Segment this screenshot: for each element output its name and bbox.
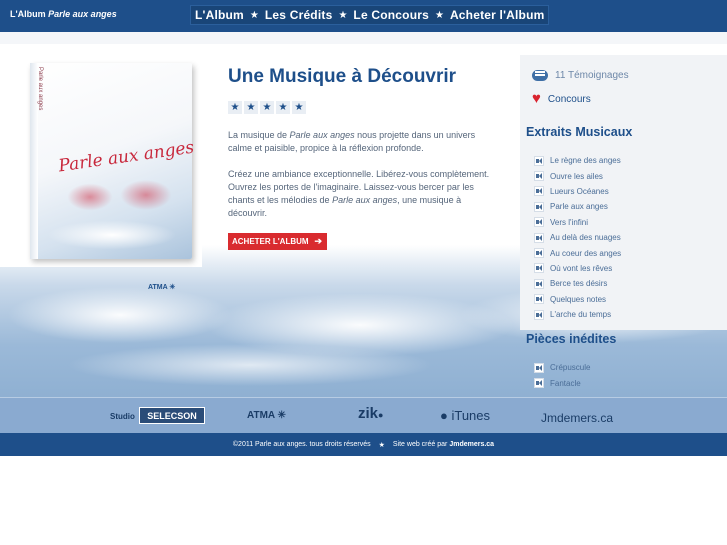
nav-credits[interactable]: Les Crédits (265, 8, 333, 22)
nav-buy-album[interactable]: Acheter l'Album (450, 8, 545, 22)
track-title: Parle aux anges (550, 202, 608, 212)
star-icon: ★ (244, 101, 258, 114)
album-label-logo: ATMA ✳ (148, 284, 176, 291)
album-label-text: ATMA (148, 284, 168, 291)
star-icon: ★ (276, 101, 290, 114)
track-title: Ouvre les ailes (550, 171, 603, 181)
album-spine-text: Parle aux anges (37, 67, 43, 111)
buy-album-label: ACHETER L'ALBUM (232, 237, 309, 246)
speaker-icon (534, 155, 544, 166)
testimonials-label: 11 Témoignages (555, 70, 629, 81)
speaker-icon (534, 217, 544, 228)
speaker-icon (534, 278, 544, 289)
track-item[interactable]: L'arche du temps (534, 307, 621, 322)
track-item[interactable]: Au delà des nuages (534, 230, 621, 245)
track-item[interactable]: Au coeur des anges (534, 245, 621, 260)
speaker-icon (534, 248, 544, 259)
track-title: Quelques notes (550, 294, 607, 304)
track-item[interactable]: Le règne des anges (534, 153, 621, 168)
credit-link[interactable]: Jmdemers.ca (449, 441, 494, 448)
buy-album-button[interactable]: ACHETER L'ALBUM ➔ (228, 233, 327, 250)
credit-text: Site web créé par Jmdemers.ca (393, 441, 494, 448)
speaker-icon (534, 232, 544, 243)
heart-icon: ♥ (532, 90, 541, 107)
album-clouds-illustration (32, 215, 192, 259)
track-item[interactable]: Fantacle (534, 375, 590, 390)
track-title: Berce tes désirs (550, 279, 608, 289)
track-title: Vers l'infini (550, 217, 588, 227)
speaker-icon (534, 378, 544, 389)
brand-prefix: L'Album (10, 9, 46, 19)
track-title: Fantacle (550, 378, 581, 388)
extraits-list: Le règne des anges Ouvre les ailes Lueur… (534, 153, 621, 322)
star-separator-icon: ★ (249, 9, 259, 21)
nav-concours[interactable]: Le Concours (353, 8, 429, 22)
star-separator-icon: ★ (434, 9, 444, 21)
extraits-heading: Extraits Musicaux (526, 125, 633, 139)
zik-text: zik (358, 405, 379, 422)
sub-header-strip (0, 32, 727, 44)
nav-album[interactable]: L'Album (195, 8, 244, 22)
track-item[interactable]: Berce tes désirs (534, 276, 621, 291)
track-title: Où vont les rêves (550, 263, 613, 273)
page-title: Une Musique à Découvrir (228, 66, 457, 87)
itunes-text: iTunes (451, 408, 491, 423)
atma-text: ATMA (247, 410, 275, 421)
speaker-icon (534, 362, 544, 373)
album-cover-panel: Parle aux anges Parle aux anges ATMA ✳ (0, 55, 202, 291)
credit-prefix: Site web créé par (392, 441, 448, 448)
atma-logo[interactable]: ATMA ✳ (247, 410, 286, 421)
track-title: Le règne des anges (550, 156, 621, 166)
speaker-icon (534, 263, 544, 274)
jmdemers-logo[interactable]: Jmdemers.ca (541, 411, 613, 425)
arrow-right-icon: ➔ (314, 236, 322, 246)
top-bar: L'Album Parle aux anges L'Album ★ Les Cr… (0, 0, 727, 32)
intro-text-1: La musique de (228, 130, 290, 140)
track-title: L'arche du temps (550, 310, 612, 320)
speaker-icon (534, 309, 544, 320)
site-brand[interactable]: L'Album Parle aux anges (10, 9, 117, 19)
track-item[interactable]: Où vont les rêves (534, 261, 621, 276)
track-item[interactable]: Ouvre les ailes (534, 168, 621, 183)
desc-album-name: Parle aux anges (332, 195, 398, 205)
track-title: Au coeur des anges (550, 248, 622, 258)
itunes-logo[interactable]: ● iTunes (440, 408, 490, 423)
concours-label: Concours (547, 93, 591, 105)
track-title: Au delà des nuages (550, 233, 621, 243)
testimonials-link[interactable]: 11 Témoignages (532, 70, 629, 81)
star-separator-icon: ★ (338, 9, 348, 21)
track-item[interactable]: Quelques notes (534, 292, 621, 307)
track-title: Crépuscule (550, 363, 591, 373)
speaker-icon (534, 294, 544, 305)
concours-link[interactable]: ♥ Concours (532, 90, 591, 107)
zik-logo[interactable]: zik● (358, 405, 383, 422)
track-item[interactable]: Parle aux anges (534, 199, 621, 214)
star-icon: ★ (292, 101, 306, 114)
speaker-icon (534, 171, 544, 182)
track-item[interactable]: Lueurs Océanes (534, 184, 621, 199)
studio-label: Studio (110, 412, 135, 421)
inedites-heading: Pièces inédites (526, 332, 617, 346)
description-paragraph: Créez une ambiance exceptionnelle. Libér… (228, 168, 493, 220)
speaker-icon (534, 201, 544, 212)
speech-bubble-icon (532, 70, 548, 81)
apple-icon: ● (440, 408, 448, 423)
intro-paragraph: La musique de Parle aux anges nous proje… (228, 129, 493, 155)
speaker-icon (534, 186, 544, 197)
selecson-logo[interactable]: SELECSON (139, 407, 205, 424)
track-title: Lueurs Océanes (550, 186, 609, 196)
star-icon: ★ (260, 101, 274, 114)
copyright-text: ©2011 Parle aux anges. tous droits réser… (232, 441, 371, 448)
main-nav: L'Album ★ Les Crédits ★ Le Concours ★ Ac… (190, 5, 550, 25)
zik-bubble-icon: ● (378, 410, 384, 420)
brand-title: Parle aux anges (48, 9, 117, 19)
track-item[interactable]: Vers l'infini (534, 215, 621, 230)
footer: ©2011 Parle aux anges. tous droits réser… (0, 433, 727, 456)
track-item[interactable]: Crépuscule (534, 360, 590, 375)
intro-album-name: Parle aux anges (289, 130, 355, 140)
star-icon: ★ (228, 101, 242, 114)
inedites-list: Crépuscule Fantacle (534, 360, 590, 391)
rating-stars: ★ ★ ★ ★ ★ (228, 101, 306, 114)
footer-star-icon: ★ (378, 441, 385, 449)
